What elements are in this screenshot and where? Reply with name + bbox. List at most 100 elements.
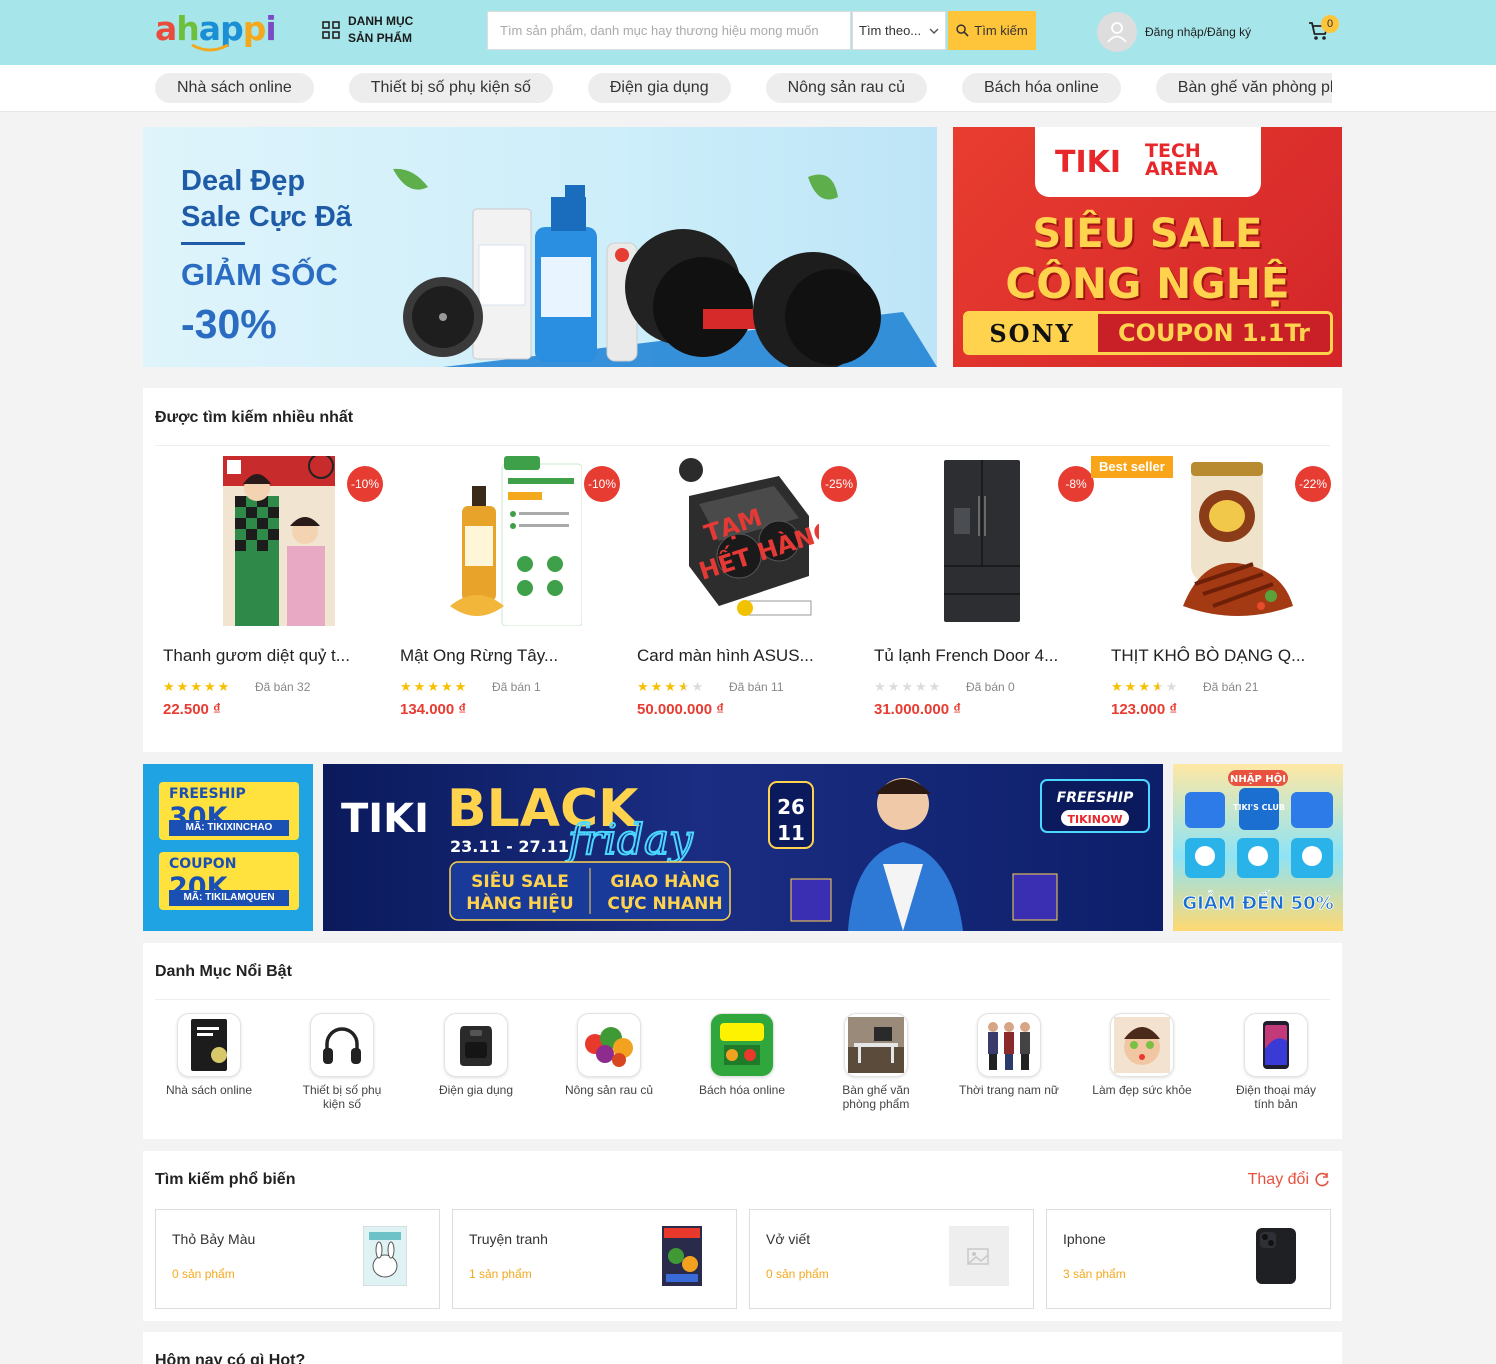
category-item[interactable]: Bàn ghế văn phòng phẩm — [826, 1013, 926, 1111]
product-price: 31.000.000 ₫ — [874, 701, 961, 718]
product-count: 0 sản phẩm — [766, 1267, 829, 1281]
graphics-card-image: TẠM HẾT HÀNG — [679, 458, 819, 616]
black-friday-artwork: TIKI BLACK friday 23.11 - 27.11 SIÊU SAL… — [341, 778, 1150, 931]
category-item[interactable]: Bách hóa online — [692, 1013, 792, 1097]
chevron-down-icon — [929, 28, 939, 34]
product-name: THỊT KHÔ BÒ DẠNG Q... — [1111, 646, 1306, 665]
header: ahappi DANH MỤC SẢN PHẨM Tìm theo... Tìm… — [0, 0, 1496, 65]
category-label: Bách hóa online — [698, 1083, 786, 1097]
product-count: 1 sản phẩm — [469, 1267, 532, 1281]
star-icon: ★ — [163, 679, 177, 694]
book-icon — [177, 1013, 241, 1077]
product-count: 3 sản phẩm — [1063, 1267, 1126, 1281]
category-item[interactable]: Điện thoại máy tính bản — [1226, 1013, 1326, 1111]
sold-count: Đã bán 21 — [1203, 680, 1259, 694]
category-item[interactable]: Điện gia dụng — [426, 1013, 526, 1097]
iphone-thumbnail — [1246, 1226, 1306, 1286]
star-icon: ★ — [928, 679, 943, 694]
search-field[interactable] — [487, 11, 851, 50]
avatar — [1097, 12, 1137, 52]
phone-icon — [1244, 1013, 1308, 1077]
category-item[interactable]: Nông sản rau củ — [559, 1013, 659, 1097]
nav-pill[interactable]: Nông sản rau củ — [765, 73, 927, 103]
search-scope-value: Tìm theo... — [859, 23, 922, 38]
star-icon: ★ — [664, 679, 678, 694]
category-label: Điện gia dụng — [438, 1083, 514, 1097]
category-label: Bàn ghế văn phòng phẩm — [842, 1083, 910, 1111]
nav-pill[interactable]: Nhà sách online — [155, 73, 314, 103]
search-term: Thỏ Bảy Màu — [172, 1231, 256, 1247]
honey-product-image — [432, 456, 582, 626]
voucher-banner[interactable]: FREESHIP 30K MÃ: TIKIXINCHAO COUPON 20K … — [143, 764, 313, 931]
search-scope-select[interactable]: Tìm theo... — [852, 11, 946, 50]
nav-pill[interactable]: Bách hóa online — [962, 73, 1121, 103]
discount-badge: -10% — [347, 466, 383, 502]
search-term: Iphone — [1063, 1231, 1106, 1247]
tiki-tech-arena-logo: TIKI TECH ARENA — [1035, 127, 1261, 197]
product-name: Card màn hình ASUS... — [637, 646, 814, 665]
tiki-club-banner[interactable]: NHẬP HỘI TIKI'S CLUB GIẢM ĐẾN 50% — [1173, 764, 1343, 931]
air-fryer-icon — [444, 1013, 508, 1077]
sold-count: Đã bán 11 — [729, 680, 784, 694]
category-label: Thời trang nam nữ — [959, 1083, 1059, 1097]
product-card[interactable]: TẠM HẾT HÀNG -25% Card màn hình ASUS... … — [629, 454, 857, 744]
tech-arena-banner[interactable]: TIKI TECH ARENA SIÊU SALE CÔNG NGHỆ SONY … — [953, 127, 1342, 367]
star-icon: ★ — [1124, 679, 1139, 694]
category-item[interactable]: Thời trang nam nữ — [959, 1013, 1059, 1097]
popular-search-section: Tìm kiếm phổ biến Thay đổi Thỏ Bảy Màu 0… — [143, 1151, 1342, 1321]
product-name: Tủ lạnh French Door 4... — [874, 646, 1059, 665]
svg-text:CỰC NHANH: CỰC NHANH — [607, 894, 722, 914]
star-icon: ★ — [874, 679, 888, 694]
popular-search-card[interactable]: Truyện tranh 1 sản phẩm — [452, 1209, 737, 1309]
refresh-icon — [1315, 1172, 1329, 1187]
user-icon — [1107, 22, 1127, 43]
product-count: 0 sản phẩm — [172, 1267, 235, 1281]
change-button[interactable]: Thay đổi — [1248, 1171, 1330, 1189]
star-icon: ★ — [440, 679, 455, 694]
popular-search-card[interactable]: Thỏ Bảy Màu 0 sản phẩm — [155, 1209, 440, 1309]
star-icon: ★ — [637, 679, 651, 694]
svg-text:friday: friday — [565, 815, 694, 864]
category-item[interactable]: Làm đẹp sức khỏe — [1092, 1013, 1192, 1097]
category-label: Nông sản rau củ — [564, 1083, 654, 1097]
svg-text:TIKI'S CLUB: TIKI'S CLUB — [1233, 803, 1285, 812]
product-price: 134.000 ₫ — [400, 701, 467, 718]
nav-pill[interactable]: Bàn ghế văn phòng phẩm — [1155, 73, 1332, 103]
main-promo-banner[interactable]: Deal Đẹp Sale Cực Đã GIẢM SỐC -30% — [143, 127, 937, 367]
nav-pill[interactable]: Thiết bị số phụ kiện số — [348, 73, 553, 103]
discount-badge: -10% — [584, 466, 620, 502]
product-card[interactable]: -10% Mật Ong Rừng Tây... ★★★★★ Đã bán 1 … — [392, 454, 620, 744]
most-searched-section: Được tìm kiếm nhiều nhất -10% Thanh gươm… — [143, 388, 1342, 752]
search-term: Vở viết — [766, 1231, 811, 1247]
category-menu-button[interactable]: DANH MỤC SẢN PHẨM — [322, 13, 428, 47]
cart-count-badge: 0 — [1321, 15, 1339, 33]
category-label: Thiết bị số phụ kiện số — [302, 1083, 382, 1111]
black-friday-banner[interactable]: TIKI BLACK friday 23.11 - 27.11 SIÊU SAL… — [323, 764, 1163, 931]
category-item[interactable]: Thiết bị số phụ kiện số — [292, 1013, 392, 1111]
grocery-icon — [710, 1013, 774, 1077]
rating-stars: ★★★★★ — [163, 679, 231, 695]
product-card[interactable]: -10% Thanh gươm diệt quỷ t... ★★★★★ Đã b… — [155, 454, 383, 744]
manga-cover-image — [223, 456, 335, 626]
popular-search-card[interactable]: Iphone 3 sản phẩm — [1046, 1209, 1331, 1309]
nav-pill[interactable]: Điện gia dụng — [587, 73, 731, 103]
popular-search-card[interactable]: Vở viết 0 sản phẩm — [749, 1209, 1034, 1309]
logo[interactable]: ahappi — [155, 12, 277, 45]
coupon-value: COUPON 1.1Tr — [1098, 314, 1330, 352]
star-icon: ★ — [176, 679, 191, 694]
dried-beef-image — [1183, 462, 1293, 616]
login-button[interactable]: Đăng nhập/Đăng ký — [1097, 12, 1251, 52]
star-icon: ★ — [1165, 679, 1180, 694]
section-title: Được tìm kiếm nhiều nhất — [155, 409, 354, 426]
sold-count: Đã bán 32 — [255, 680, 311, 694]
star-icon: ★ — [1111, 679, 1125, 694]
svg-text:11: 11 — [777, 821, 805, 845]
category-item[interactable]: Nhà sách online — [159, 1013, 259, 1097]
product-card[interactable]: Best seller -22% THỊT KHÔ BÒ DẠNG Q... ★… — [1091, 454, 1331, 744]
product-card[interactable]: -8% Tủ lạnh French Door 4... ★★★★★ Đã bá… — [866, 454, 1094, 744]
products-illustration — [393, 168, 937, 367]
category-nav: Nhà sách online Thiết bị số phụ kiện số Đi… — [0, 65, 1496, 112]
search-input[interactable] — [488, 12, 850, 49]
svg-text:SIÊU SALE: SIÊU SALE — [471, 870, 569, 892]
search-button[interactable]: Tìm kiếm — [948, 11, 1036, 50]
